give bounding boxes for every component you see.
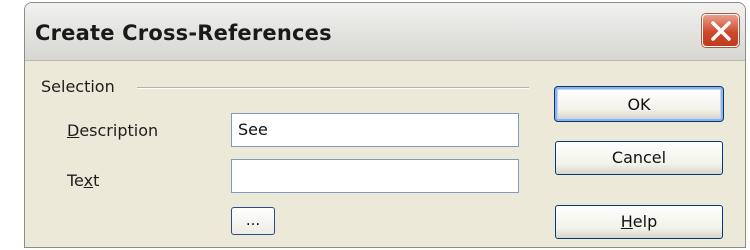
cancel-button[interactable]: Cancel: [555, 141, 723, 175]
selection-group-label: Selection: [41, 77, 115, 96]
description-label: Description: [67, 121, 159, 140]
title-bar[interactable]: Create Cross-References: [25, 3, 745, 61]
help-button[interactable]: Help: [555, 205, 723, 239]
text-label: Text: [67, 171, 100, 190]
group-separator: [137, 87, 529, 89]
close-button[interactable]: [702, 14, 739, 47]
ok-button[interactable]: OK: [554, 86, 724, 122]
dialog-title: Create Cross-References: [35, 21, 332, 45]
close-icon: [711, 21, 731, 41]
dialog-body: Selection Description See Text ... OK Ca…: [25, 61, 745, 247]
text-field[interactable]: [231, 159, 519, 193]
browse-button[interactable]: ...: [231, 207, 275, 235]
create-cross-references-dialog: Create Cross-References Selection Descri…: [24, 2, 746, 248]
description-field[interactable]: See: [231, 113, 519, 147]
